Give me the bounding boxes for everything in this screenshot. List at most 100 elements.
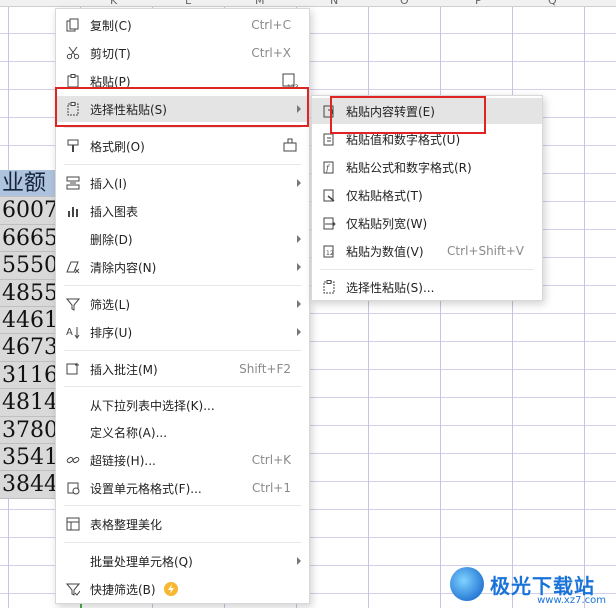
menu-item-label: 快捷筛选(B) [90, 582, 156, 597]
header-cell[interactable]: 业额 [0, 170, 56, 198]
menu-item-paste-special[interactable]: 选择性粘贴(S) [56, 96, 309, 122]
paste-special-submenu: 粘贴内容转置(E) 粘贴值和数字格式(U) f 粘贴公式和数字格式(R) 仅粘贴… [311, 95, 543, 301]
column-letter[interactable]: M [255, 0, 265, 7]
menu-item-define-name[interactable]: 定义名称(A)... [56, 419, 309, 445]
svg-text:123: 123 [287, 84, 299, 90]
menu-item-sort[interactable]: A 排序(U) [56, 319, 309, 345]
menu-divider [320, 269, 534, 270]
column-letter[interactable]: Q [548, 0, 557, 7]
menu-divider [64, 386, 301, 387]
submenu-item-paste-column-width[interactable]: 仅粘贴列宽(W) [312, 210, 542, 236]
menu-item-hyperlink[interactable]: 超链接(H)... Ctrl+K [56, 447, 309, 473]
menu-item-label: 筛选(L) [90, 297, 131, 312]
menu-item-label: 清除内容(N) [90, 260, 157, 275]
data-cell[interactable]: 4461 [0, 306, 56, 335]
menu-item-label: 表格整理美化 [90, 517, 163, 532]
menu-item-label: 仅粘贴列宽(W) [346, 216, 428, 231]
submenu-arrow-icon [297, 300, 301, 308]
paste-icon [64, 72, 82, 90]
column-letter[interactable]: K [110, 0, 117, 7]
data-cell[interactable]: 3116 [0, 361, 56, 390]
cell-format-icon [64, 479, 82, 497]
format-brush-icon [64, 137, 82, 155]
menu-divider [64, 542, 301, 543]
paste-special-icon [320, 278, 338, 296]
shortcut-text: Ctrl+X [251, 46, 291, 60]
paste-width-icon [320, 214, 338, 232]
menu-item-label: 选择性粘贴(S) [90, 102, 167, 117]
shortcut-text: Ctrl+K [251, 453, 291, 467]
selected-cell-column[interactable]: 业额 6007 6665 5550 4855 4461 4673 3116 48… [0, 170, 56, 499]
link-icon [64, 451, 82, 469]
svg-text:f: f [325, 164, 331, 173]
menu-item-quick-filter[interactable]: 快捷筛选(B) [56, 576, 309, 602]
shortcut-text: Shift+F2 [239, 362, 291, 376]
submenu-arrow-icon [297, 328, 301, 336]
menu-item-insert-comment[interactable]: 插入批注(M) Shift+F2 [56, 356, 309, 382]
menu-item-table-beautify[interactable]: 表格整理美化 [56, 511, 309, 537]
menu-item-format-cells[interactable]: 设置单元格格式(F)... Ctrl+1 [56, 475, 309, 501]
watermark-url: www.xz7.com [537, 595, 606, 606]
column-letter[interactable]: P [475, 0, 482, 7]
menu-item-label: 粘贴内容转置(E) [346, 104, 435, 119]
shortcut-text: Ctrl+C [251, 18, 291, 32]
data-cell[interactable]: 6665 [0, 224, 56, 253]
data-cell[interactable]: 3844 [0, 471, 56, 499]
menu-item-label: 从下拉列表中选择(K)... [90, 398, 215, 413]
data-cell[interactable]: 4673 [0, 334, 56, 362]
watermark-logo-icon [450, 567, 484, 601]
menu-divider [64, 350, 301, 351]
chart-icon [64, 202, 82, 220]
submenu-item-paste-formula[interactable]: f 粘贴公式和数字格式(R) [312, 154, 542, 180]
data-cell[interactable]: 5550 [0, 252, 56, 280]
column-header-bar: K L M N O P Q [0, 0, 616, 7]
menu-item-insert-chart[interactable]: 插入图表 [56, 198, 309, 224]
scissors-icon [64, 44, 82, 62]
submenu-item-paste-format-only[interactable]: 仅粘贴格式(T) [312, 182, 542, 208]
beautify-icon [64, 515, 82, 533]
menu-item-label: 复制(C) [90, 18, 132, 33]
data-cell[interactable]: 3541 [0, 443, 56, 472]
data-cell[interactable]: 4855 [0, 279, 56, 307]
menu-item-pick-from-list[interactable]: 从下拉列表中选择(K)... [56, 392, 309, 418]
submenu-item-paste-transpose[interactable]: 粘贴内容转置(E) [312, 98, 542, 124]
column-letter[interactable]: O [400, 0, 409, 7]
menu-divider [64, 505, 301, 506]
menu-item-filter[interactable]: 筛选(L) [56, 291, 309, 317]
menu-item-cut[interactable]: 剪切(T) Ctrl+X [56, 40, 309, 66]
data-cell[interactable]: 4814 [0, 389, 56, 417]
submenu-item-paste-values-format[interactable]: 粘贴值和数字格式(U) [312, 126, 542, 152]
eraser-icon [64, 258, 82, 276]
submenu-arrow-icon [297, 179, 301, 187]
menu-item-label: 批量处理单元格(Q) [90, 554, 193, 569]
menu-item-insert[interactable]: 插入(I) [56, 170, 309, 196]
menu-divider [64, 285, 301, 286]
menu-item-clear-contents[interactable]: 清除内容(N) [56, 254, 309, 280]
menu-item-format-painter[interactable]: 格式刷(O) [56, 133, 309, 159]
menu-divider [64, 164, 301, 165]
menu-item-label: 粘贴(P) [90, 74, 131, 89]
data-cell[interactable]: 3780 [0, 416, 56, 444]
submenu-arrow-icon [297, 557, 301, 565]
insert-icon [64, 174, 82, 192]
filter-icon [64, 295, 82, 313]
column-letter[interactable]: N [330, 0, 338, 7]
paste-value-icon[interactable]: 123 [281, 72, 299, 91]
data-cell[interactable]: 6007 [0, 197, 56, 225]
comment-icon [64, 360, 82, 378]
menu-item-delete[interactable]: 删除(D) [56, 226, 309, 252]
quick-filter-icon [64, 580, 82, 598]
submenu-arrow-icon [297, 235, 301, 243]
paste-formula-icon: f [320, 158, 338, 176]
paste-format-icon [320, 186, 338, 204]
menu-item-label: 粘贴为数值(V) [346, 244, 424, 259]
menu-item-batch-cells[interactable]: 批量处理单元格(Q) [56, 548, 309, 574]
submenu-item-paste-as-values[interactable]: 12 粘贴为数值(V) Ctrl+Shift+V [312, 238, 542, 264]
menu-item-label: 排序(U) [90, 325, 133, 340]
menu-item-paste[interactable]: 粘贴(P) 123 [56, 68, 309, 94]
menu-item-copy[interactable]: 复制(C) Ctrl+C [56, 12, 309, 38]
menu-item-label: 粘贴值和数字格式(U) [346, 132, 461, 147]
brush-icon[interactable] [281, 137, 299, 155]
submenu-item-paste-special[interactable]: 选择性粘贴(S)... [312, 274, 542, 300]
column-letter[interactable]: L [185, 0, 191, 7]
